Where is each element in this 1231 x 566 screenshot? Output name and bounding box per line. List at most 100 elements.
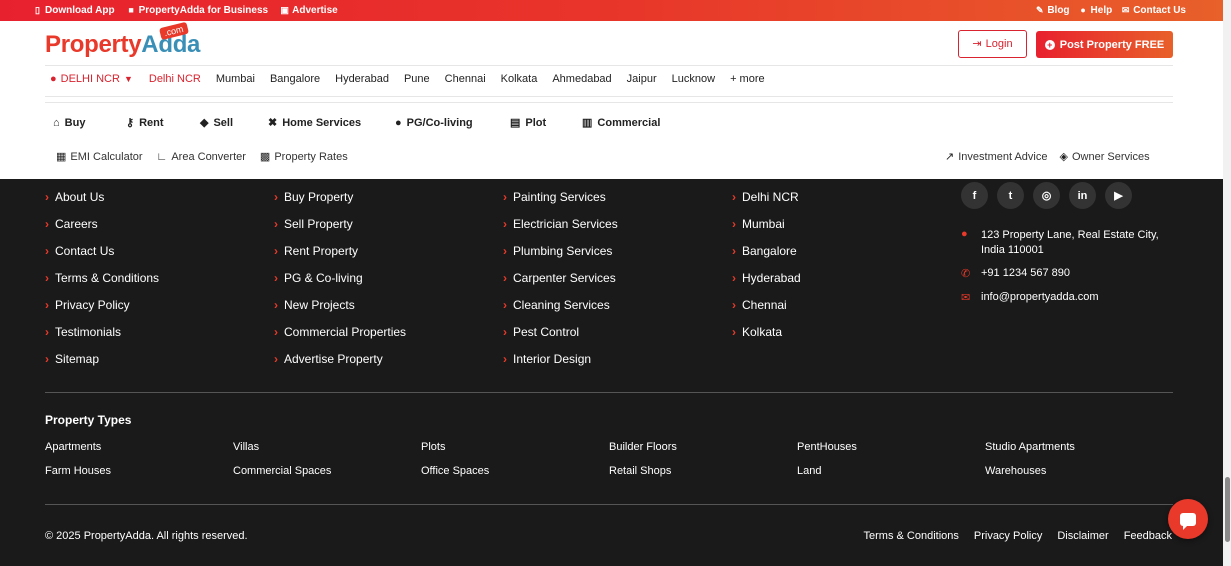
footer-link[interactable]: › Hyderabad (732, 264, 801, 291)
city-jaipur[interactable]: Jaipur (627, 73, 657, 85)
footer-link[interactable]: › Bangalore (732, 237, 801, 264)
youtube-icon[interactable]: ▶ (1105, 182, 1132, 209)
map-marked-icon: ▩ (259, 150, 271, 163)
help-link[interactable]: ● Help (1079, 5, 1112, 16)
terms-link[interactable]: Terms & Conditions (864, 530, 959, 542)
investment-advice-link[interactable]: ↗ Investment Advice (945, 151, 1048, 163)
footer-link[interactable]: › Careers (45, 210, 159, 237)
caret-down-icon: ▼ (123, 74, 133, 84)
city-bangalore[interactable]: Bangalore (270, 73, 320, 85)
post-property-button[interactable]: + Post Property FREE (1036, 31, 1173, 58)
blog-link[interactable]: ✎ Blog (1035, 5, 1070, 16)
footer-link[interactable]: › Advertise Property (274, 345, 406, 372)
property-type-link[interactable]: Villas (233, 441, 421, 465)
property-type-link[interactable]: Farm Houses (45, 465, 233, 489)
footer-link[interactable]: › Painting Services (503, 183, 618, 210)
footer-link[interactable]: › Carpenter Services (503, 264, 618, 291)
property-types-title: Property Types (45, 413, 132, 427)
map-marker-icon: ● (961, 228, 968, 240)
city-selector[interactable]: ● DELHI NCR ▼ (50, 73, 133, 85)
footer-link[interactable]: › Privacy Policy (45, 291, 159, 318)
feedback-link[interactable]: Feedback (1124, 530, 1172, 542)
instagram-icon[interactable]: ◎ (1033, 182, 1060, 209)
city-delhi-ncr[interactable]: Delhi NCR (149, 73, 201, 85)
chat-button[interactable] (1168, 499, 1208, 539)
chevron-right-icon: › (45, 351, 49, 366)
footer-link[interactable]: › Rent Property (274, 237, 406, 264)
privacy-link[interactable]: Privacy Policy (974, 530, 1042, 542)
disclaimer-link[interactable]: Disclaimer (1057, 530, 1108, 542)
property-type-link[interactable]: Warehouses (985, 465, 1173, 489)
property-type-link[interactable]: Land (797, 465, 985, 489)
footer-link[interactable]: › Electrician Services (503, 210, 618, 237)
property-rates-link[interactable]: ▩ Property Rates (260, 151, 348, 163)
city-hyderabad[interactable]: Hyderabad (335, 73, 389, 85)
city-mumbai[interactable]: Mumbai (216, 73, 255, 85)
nav-buy[interactable]: ⌂ Buy (53, 117, 126, 129)
property-type-link[interactable]: Studio Apartments (985, 441, 1173, 465)
property-type-link[interactable]: Retail Shops (609, 465, 797, 489)
nav-pg-coliving[interactable]: ● PG/Co-living (395, 117, 510, 129)
footer-link[interactable]: › Kolkata (732, 318, 801, 345)
more-cities-link[interactable]: + more (730, 73, 765, 85)
footer-link[interactable]: › PG & Co-living (274, 264, 406, 291)
main-nav: ⌂ Buy ⚷ Rent ◆ Sell ✖ Home Services ● PG/Co-l… (53, 117, 660, 129)
chat-bubble-icon (1180, 512, 1196, 530)
footer-link[interactable]: › Testimonials (45, 318, 159, 345)
footer-link[interactable]: › Chennai (732, 291, 801, 318)
property-type-link[interactable]: Office Spaces (421, 465, 609, 489)
city-chennai[interactable]: Chennai (445, 73, 486, 85)
footer-city-links: › Delhi NCR › Mumbai › Bangalore › Hyderabad… (732, 183, 801, 345)
footer-link[interactable]: › Buy Property (274, 183, 406, 210)
owner-services-link[interactable]: ◈ Owner Services (1060, 151, 1150, 163)
property-type-link[interactable]: Builder Floors (609, 441, 797, 465)
chevron-right-icon: › (274, 270, 278, 285)
nav-rent[interactable]: ⚷ Rent (126, 117, 200, 129)
chevron-right-icon: › (503, 351, 507, 366)
contact-us-link[interactable]: ✉ Contact Us (1121, 5, 1186, 16)
facebook-icon[interactable]: f (961, 182, 988, 209)
area-converter-link[interactable]: ∟ Area Converter (157, 151, 246, 163)
chevron-right-icon: › (45, 324, 49, 339)
footer-link[interactable]: › Commercial Properties (274, 318, 406, 345)
scrollbar-thumb[interactable] (1225, 477, 1230, 542)
footer-email[interactable]: ✉ info@propertyadda.com (961, 291, 1099, 304)
footer-link[interactable]: › About Us (45, 183, 159, 210)
chevron-right-icon: › (274, 297, 278, 312)
nav-sell[interactable]: ◆ Sell (200, 117, 268, 129)
download-app-link[interactable]: ▯ Download App (33, 5, 115, 16)
footer-link[interactable]: › Delhi NCR (732, 183, 801, 210)
footer-link[interactable]: › Terms & Conditions (45, 264, 159, 291)
footer-link[interactable]: › New Projects (274, 291, 406, 318)
briefcase-icon: ■ (128, 5, 134, 15)
tools-icon: ✖ (268, 116, 278, 129)
property-type-link[interactable]: Plots (421, 441, 609, 465)
business-link[interactable]: ■ PropertyAdda for Business (127, 5, 268, 16)
footer-link[interactable]: › Mumbai (732, 210, 801, 237)
twitter-icon[interactable]: t (997, 182, 1024, 209)
divider (45, 96, 1173, 97)
footer-phone[interactable]: ✆ +91 1234 567 890 (961, 267, 1070, 280)
advertise-link[interactable]: ▣ Advertise (280, 5, 337, 16)
nav-commercial[interactable]: ▥ Commercial (582, 117, 660, 129)
footer-link[interactable]: › Plumbing Services (503, 237, 618, 264)
city-lucknow[interactable]: Lucknow (672, 73, 715, 85)
nav-home-services[interactable]: ✖ Home Services (268, 117, 395, 129)
city-kolkata[interactable]: Kolkata (501, 73, 538, 85)
nav-plot[interactable]: ▤ Plot (510, 117, 582, 129)
footer-link[interactable]: › Interior Design (503, 345, 618, 372)
footer-link[interactable]: › Sell Property (274, 210, 406, 237)
linkedin-icon[interactable]: in (1069, 182, 1096, 209)
city-pune[interactable]: Pune (404, 73, 430, 85)
property-type-link[interactable]: Commercial Spaces (233, 465, 421, 489)
emi-calculator-link[interactable]: ▦ EMI Calculator (56, 151, 143, 163)
divider (45, 392, 1173, 393)
footer-link[interactable]: › Cleaning Services (503, 291, 618, 318)
login-button[interactable]: ⇥ Login (958, 30, 1027, 58)
property-type-link[interactable]: Apartments (45, 441, 233, 465)
footer-link[interactable]: › Contact Us (45, 237, 159, 264)
footer-link[interactable]: › Pest Control (503, 318, 618, 345)
property-type-link[interactable]: PentHouses (797, 441, 985, 465)
footer-link[interactable]: › Sitemap (45, 345, 159, 372)
city-ahmedabad[interactable]: Ahmedabad (552, 73, 611, 85)
